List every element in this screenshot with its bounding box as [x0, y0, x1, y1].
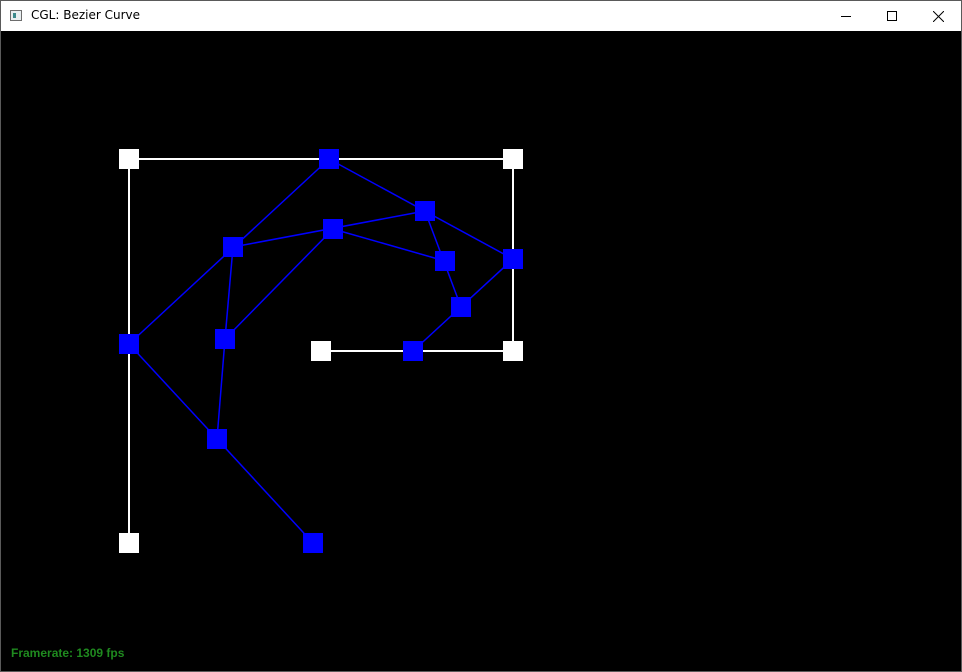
minimize-button[interactable]: [823, 1, 869, 31]
casteljau-point: [323, 219, 343, 239]
app-window-icon: [10, 10, 22, 21]
casteljau-point: [215, 329, 235, 349]
window-title: CGL: Bezier Curve: [31, 8, 141, 22]
casteljau-segment: [332, 228, 446, 262]
casteljau-point: [435, 251, 455, 271]
casteljau-point: [207, 429, 227, 449]
control-point[interactable]: [503, 149, 523, 169]
framerate-label: Framerate: 1309 fps: [11, 646, 125, 660]
control-point[interactable]: [119, 149, 139, 169]
casteljau-point: [451, 297, 471, 317]
casteljau-point: [403, 341, 423, 361]
close-icon: [932, 10, 944, 22]
bezier-scene[interactable]: [1, 31, 961, 671]
maximize-icon: [887, 11, 897, 21]
casteljau-segment: [216, 338, 226, 440]
casteljau-segment: [128, 343, 218, 440]
control-point[interactable]: [503, 341, 523, 361]
casteljau-segment: [216, 438, 314, 544]
casteljau-point: [319, 149, 339, 169]
title-bar[interactable]: CGL: Bezier Curve: [1, 1, 961, 31]
minimize-icon: [841, 16, 851, 17]
casteljau-point: [415, 201, 435, 221]
close-button[interactable]: [915, 1, 961, 31]
casteljau-point: [303, 533, 323, 553]
casteljau-point: [503, 249, 523, 269]
control-point[interactable]: [119, 533, 139, 553]
application-window: CGL: Bezier Curve Framerate: 1309 fps: [0, 0, 962, 672]
casteljau-point: [223, 237, 243, 257]
casteljau-point: [119, 334, 139, 354]
casteljau-segment: [224, 246, 234, 340]
control-point[interactable]: [311, 341, 331, 361]
maximize-button[interactable]: [869, 1, 915, 31]
render-viewport[interactable]: Framerate: 1309 fps: [1, 31, 961, 671]
